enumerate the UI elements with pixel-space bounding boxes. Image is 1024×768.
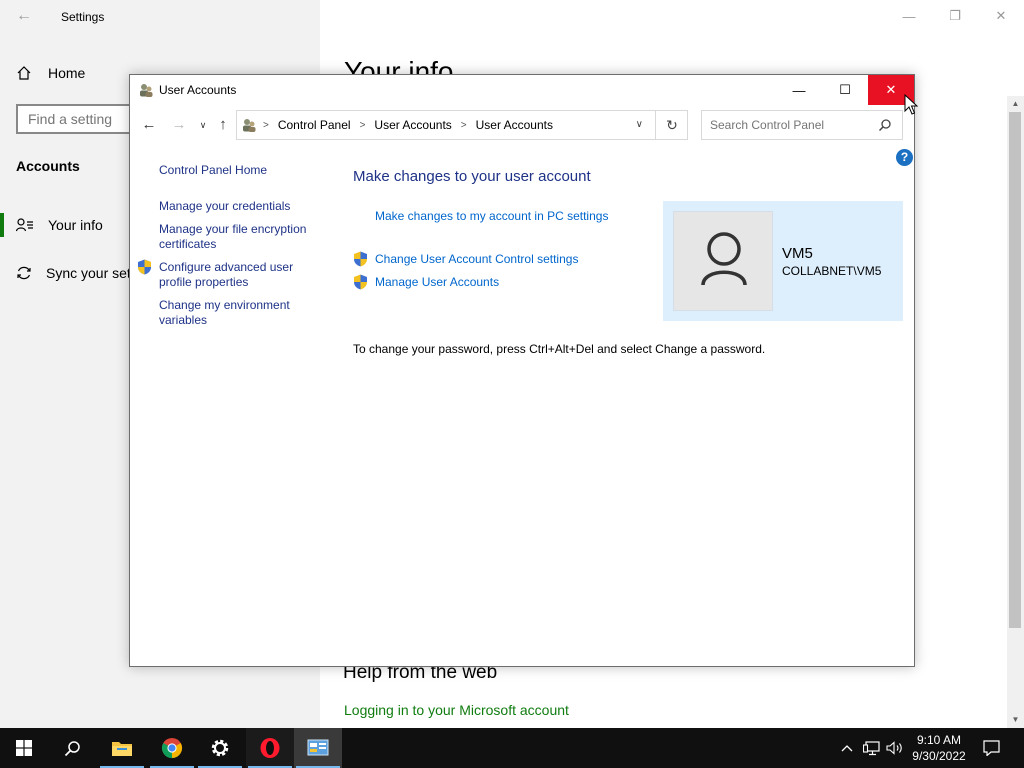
refresh-button[interactable]: ↻ [655,110,688,140]
breadcrumb-control-panel[interactable]: Control Panel [278,118,351,132]
taskbar-chrome[interactable] [148,728,196,768]
search-icon[interactable] [878,118,892,132]
volume-icon [886,741,902,755]
back-arrow-icon[interactable]: ← [139,115,159,135]
settings-caption-buttons: — ❐ ✕ [886,0,1024,32]
sidebar-item-your-info[interactable]: Your info [0,212,103,238]
minimize-button[interactable]: — [776,75,822,105]
link-line: Configure advanced user [159,260,294,274]
maximize-button[interactable]: ☐ [822,75,868,105]
mouse-cursor-icon [904,94,918,115]
avatar [673,211,773,311]
help-icon[interactable]: ? [896,149,913,166]
sidebar-item-label: Your info [48,217,103,233]
address-row: ← → ∨ ↑ > Control Panel > User Accounts … [130,108,914,140]
link-line: Manage your file encryption [159,222,307,236]
sidebar-item-sync[interactable]: Sync your set [0,260,131,286]
breadcrumb-separator-icon: > [263,119,269,131]
taskbar-settings[interactable] [196,728,244,768]
link-line: certificates [159,237,217,251]
network-status-button[interactable] [860,728,882,768]
title-bar[interactable]: User Accounts — ☐ ✕ [130,75,914,105]
user-accounts-window: User Accounts — ☐ ✕ ← → ∨ ↑ > Control Pa… [129,74,915,667]
taskbar-opera[interactable] [246,728,294,768]
minimize-icon[interactable]: — [886,0,932,32]
control-panel-icon [243,119,256,132]
search-control-panel-input[interactable] [701,110,903,140]
taskbar-file-explorer[interactable] [98,728,146,768]
account-card: VM5 COLLABNET\VM5 [663,201,903,321]
link-line: profile properties [159,275,249,289]
recent-pages-chevron-icon[interactable]: ∨ [193,115,213,135]
breadcrumb-separator-icon: > [460,119,467,131]
address-dropdown-icon[interactable]: ∨ [636,119,643,130]
uac-shield-icon [354,251,367,267]
chrome-icon [161,738,183,759]
help-link[interactable]: Logging in to your Microsoft account [344,702,569,718]
pc-settings-link[interactable]: Make changes to my account in PC setting… [375,209,608,223]
opera-icon [260,738,280,758]
settings-home-item[interactable]: Home [16,62,85,84]
close-icon[interactable]: ✕ [978,0,1024,32]
home-icon [17,66,31,80]
notification-icon [982,740,1000,756]
chevron-up-icon [841,745,853,752]
file-encryption-link[interactable]: Manage your file encryption certificates [159,222,306,252]
back-arrow-icon[interactable]: ← [14,6,34,26]
clock-date: 9/30/2022 [912,749,966,763]
advanced-profile-link[interactable]: Configure advanced user profile properti… [159,260,293,290]
network-icon [862,740,880,755]
link-line: variables [159,313,208,327]
scroll-down-icon[interactable]: ▼ [1007,712,1024,728]
users-icon [140,84,153,97]
taskbar: 9:10 AM 9/30/2022 [0,728,1024,768]
volume-button[interactable] [884,728,906,768]
address-bar[interactable]: > Control Panel > User Accounts > User A… [236,110,688,140]
search-icon [64,740,80,756]
manage-credentials-link[interactable]: Manage your credentials [159,199,290,214]
scrollbar-thumb[interactable] [1009,112,1021,628]
control-panel-home-link[interactable]: Control Panel Home [159,163,267,178]
page-heading: Make changes to your user account [353,168,591,185]
show-hidden-icons-button[interactable] [838,728,856,768]
uac-shield-icon [138,259,151,275]
settings-title: Settings [61,10,105,24]
settings-scrollbar[interactable]: ▲ ▼ [1007,96,1024,728]
scroll-up-icon[interactable]: ▲ [1007,96,1024,112]
accounts-section-title: Accounts [16,158,80,174]
account-name: VM5 [782,245,813,262]
window-title: User Accounts [159,83,237,97]
system-clock[interactable]: 9:10 AM 9/30/2022 [906,732,972,764]
manage-user-accounts-link[interactable]: Manage User Accounts [375,275,499,289]
sidebar-item-label: Sync your set [46,265,131,281]
breadcrumb-separator-icon: > [359,119,366,131]
action-center-button[interactable] [980,728,1002,768]
taskbar-control-panel[interactable] [294,728,342,768]
breadcrumb-user-accounts[interactable]: User Accounts [374,118,451,132]
file-explorer-icon [112,742,132,756]
user-avatar-icon [701,232,747,286]
control-panel-icon [307,739,329,756]
environment-variables-link[interactable]: Change my environment variables [159,298,290,328]
uac-settings-link[interactable]: Change User Account Control settings [375,252,578,266]
start-icon [16,740,32,756]
settings-gear-icon [211,739,229,757]
clock-time: 9:10 AM [916,733,962,747]
home-label: Home [48,65,86,81]
breadcrumb-user-accounts-current[interactable]: User Accounts [476,118,553,132]
forward-arrow-icon[interactable]: → [169,115,189,135]
sync-icon [17,266,31,280]
restore-icon[interactable]: ❐ [932,0,978,32]
start-button[interactable] [0,728,48,768]
password-note: To change your password, press Ctrl+Alt+… [353,342,766,356]
up-arrow-icon[interactable]: ↑ [213,115,233,135]
account-domain: COLLABNET\VM5 [782,264,882,278]
taskbar-search-button[interactable] [48,728,96,768]
person-list-icon [16,218,33,232]
uac-shield-icon [354,274,367,290]
link-line: Change my environment [159,298,290,312]
